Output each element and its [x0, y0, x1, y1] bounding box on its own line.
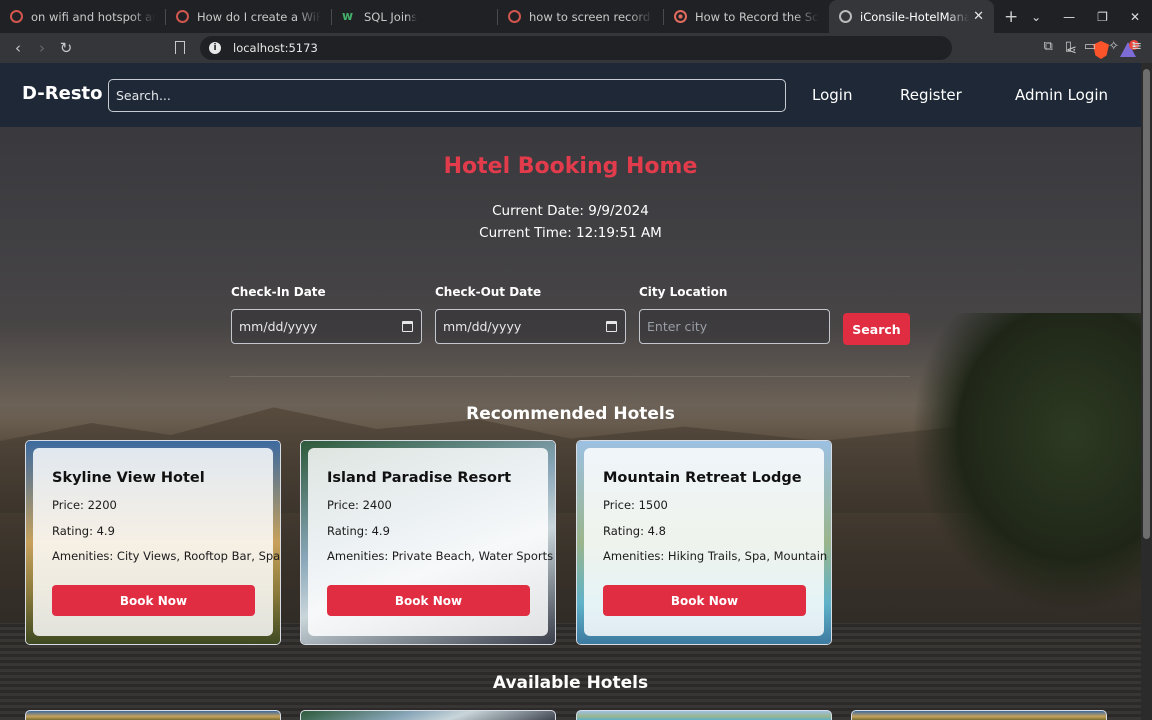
- maximize-icon[interactable]: ❐: [1097, 10, 1108, 24]
- extensions-icon[interactable]: ⧉: [1043, 39, 1052, 54]
- tab-title: How to Record the Scre: [695, 9, 819, 24]
- page-viewport: D-Resto Login Register Admin Login Hotel…: [0, 63, 1141, 720]
- tab-favicon-icon: [176, 10, 189, 23]
- tab-search-chevron-icon[interactable]: ⌄: [1031, 10, 1041, 24]
- city-input[interactable]: Enter city: [639, 309, 830, 344]
- search-input[interactable]: [108, 79, 786, 112]
- url-text: localhost:5173: [233, 41, 318, 55]
- page-title: Hotel Booking Home: [443, 154, 698, 179]
- bookmark-icon[interactable]: [175, 41, 185, 54]
- current-date: Current Date: 9/9/2024: [492, 203, 649, 219]
- new-tab-icon[interactable]: +: [1004, 7, 1018, 27]
- close-tab-icon[interactable]: ✕: [969, 9, 984, 24]
- tab-title: How do I create a WiFi: [197, 9, 321, 24]
- hotel-card: Island Paradise Resort Price: 2400 Ratin…: [300, 440, 556, 645]
- hotel-rating: Rating: 4.9: [327, 524, 390, 538]
- hotel-amenities: Amenities: Private Beach, Water Sports: [327, 549, 554, 563]
- hotel-card: [300, 710, 556, 720]
- book-now-button[interactable]: Book Now: [327, 585, 530, 616]
- browser-tab[interactable]: How to Record the Scre: [664, 0, 829, 33]
- address-bar[interactable]: i localhost:5173 ⋖ 1: [200, 36, 1139, 60]
- current-time: Current Time: 12:19:51 AM: [479, 225, 662, 241]
- browser-tab[interactable]: how to screen record in: [498, 0, 663, 33]
- city-label: City Location: [639, 285, 728, 299]
- book-now-button[interactable]: Book Now: [52, 585, 255, 616]
- page-scrollbar[interactable]: [1141, 63, 1152, 720]
- hotel-amenities: Amenities: City Views, Rooftop Bar, Spa: [52, 549, 280, 563]
- hotel-price: Price: 2400: [327, 498, 392, 512]
- hotel-price: Price: 2200: [52, 498, 117, 512]
- menu-icon[interactable]: ≡: [1131, 39, 1142, 54]
- sidebar-icon[interactable]: ▯: [1065, 39, 1072, 54]
- register-link[interactable]: Register: [900, 86, 962, 104]
- checkin-date-value: mm/dd/yyyy: [239, 319, 318, 334]
- forward-icon[interactable]: ›: [30, 39, 54, 57]
- browser-tab[interactable]: w SQL Joins: [332, 0, 497, 33]
- calendar-icon[interactable]: [606, 321, 617, 332]
- browser-tab[interactable]: How do I create a WiFi: [166, 0, 331, 33]
- browser-tab-bar: on wifi and hotspot and How do I create …: [0, 0, 1152, 33]
- tab-title: on wifi and hotspot and: [31, 9, 155, 24]
- login-link[interactable]: Login: [812, 86, 852, 104]
- close-window-icon[interactable]: ✕: [1130, 10, 1140, 24]
- background-trees: [911, 313, 1141, 613]
- tab-title: iConsile-HotelManag: [860, 9, 970, 24]
- hotel-card: Mountain Retreat Lodge Price: 1500 Ratin…: [576, 440, 832, 645]
- globe-icon: [839, 10, 852, 23]
- hotel-amenities: Amenities: Hiking Trails, Spa, Mountain: [603, 549, 828, 563]
- site-navbar: D-Resto Login Register Admin Login: [0, 63, 1141, 127]
- tab-favicon-icon: [508, 10, 521, 23]
- hotel-price: Price: 1500: [603, 498, 668, 512]
- tab-title: SQL Joins: [364, 9, 418, 24]
- hotel-card: Skyline View Hotel Price: 2200 Rating: 4…: [25, 440, 281, 645]
- checkout-date-value: mm/dd/yyyy: [443, 319, 522, 334]
- site-info-icon[interactable]: i: [209, 42, 221, 54]
- hotel-name: Island Paradise Resort: [327, 470, 512, 486]
- back-icon[interactable]: ‹: [6, 39, 30, 57]
- checkin-date-input[interactable]: mm/dd/yyyy: [231, 309, 422, 344]
- hotel-name: Skyline View Hotel: [52, 470, 205, 486]
- brand-logo[interactable]: D-Resto: [22, 83, 103, 104]
- tab-favicon-icon: [674, 10, 687, 23]
- hotel-name: Mountain Retreat Lodge: [603, 470, 802, 486]
- city-placeholder: Enter city: [647, 319, 708, 334]
- tab-title: how to screen record in: [529, 9, 653, 24]
- book-now-button[interactable]: Book Now: [603, 585, 806, 616]
- reload-icon[interactable]: ↻: [54, 39, 78, 57]
- hotel-card: [851, 710, 1107, 720]
- w3schools-favicon-icon: w: [342, 9, 354, 23]
- minimize-icon[interactable]: —: [1063, 10, 1075, 24]
- checkout-label: Check-Out Date: [435, 285, 542, 299]
- tab-favicon-icon: [10, 10, 23, 23]
- checkout-date-input[interactable]: mm/dd/yyyy: [435, 309, 626, 344]
- scrollbar-thumb[interactable]: [1143, 69, 1150, 539]
- available-heading: Available Hotels: [492, 673, 649, 693]
- admin-login-link[interactable]: Admin Login: [1015, 86, 1108, 104]
- hotel-card: [25, 710, 281, 720]
- hotel-rating: Rating: 4.8: [603, 524, 666, 538]
- hotel-card: [576, 710, 832, 720]
- section-divider: [230, 376, 910, 377]
- checkin-label: Check-In Date: [231, 285, 326, 299]
- wallet-icon[interactable]: ▭: [1084, 39, 1096, 54]
- hotel-rating: Rating: 4.9: [52, 524, 115, 538]
- search-button[interactable]: Search: [843, 313, 910, 345]
- calendar-icon[interactable]: [402, 321, 413, 332]
- extension-icons: ⧉ ▯ ▭ ✧ ≡: [1043, 39, 1142, 54]
- browser-toolbar: ‹ › ↻ i localhost:5173 ⋖ 1 ⧉ ▯ ▭ ✧ ≡: [0, 33, 1152, 63]
- browser-tab[interactable]: on wifi and hotspot and: [0, 0, 165, 33]
- window-controls: ⌄ — ❐ ✕: [1031, 0, 1152, 33]
- browser-tab-active[interactable]: iConsile-HotelManag ✕: [829, 0, 994, 33]
- leo-ai-icon[interactable]: ✧: [1108, 39, 1119, 54]
- recommended-heading: Recommended Hotels: [466, 404, 675, 424]
